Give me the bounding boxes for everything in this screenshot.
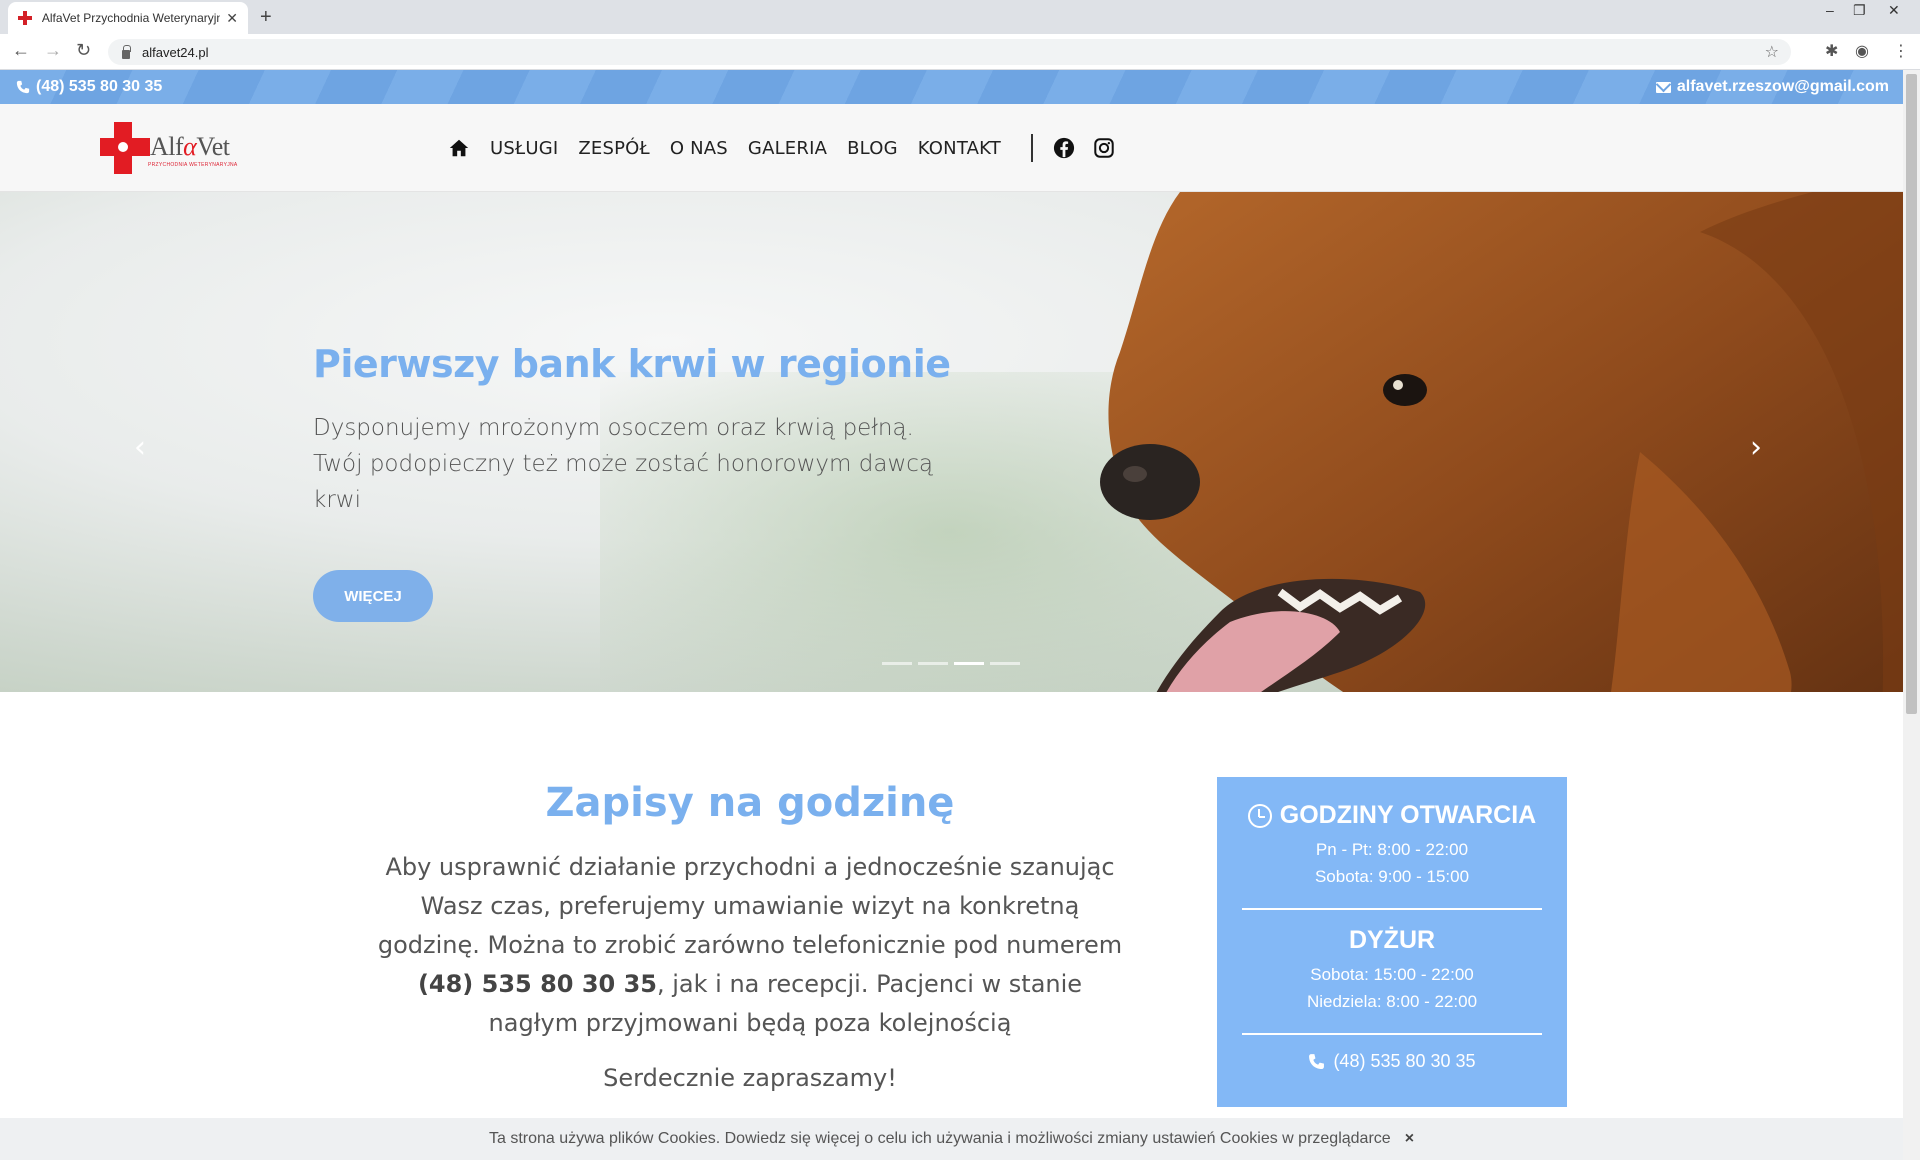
- browser-menu-icon[interactable]: ⋮: [1893, 41, 1909, 61]
- minimize-window-button[interactable]: –: [1826, 2, 1834, 18]
- site-favicon-icon: [18, 11, 32, 25]
- contact-topbar: (48) 535 80 30 35 alfavet.rzeszow@gmail.…: [0, 70, 1903, 104]
- nav-divider: [1030, 134, 1033, 162]
- topbar-phone-number: (48) 535 80 30 35: [36, 78, 163, 95]
- opening-hours-box: GODZINY OTWARCIA Pn - Pt: 8:00 - 22:00 S…: [1217, 777, 1567, 1107]
- slide-indicator-4[interactable]: [990, 662, 1020, 665]
- restore-window-button[interactable]: ❐: [1853, 2, 1866, 19]
- phone-icon: [1309, 1054, 1325, 1069]
- hero-description: Dysponujemy mrożonym osoczem oraz krwią …: [313, 415, 933, 513]
- cookie-close-icon[interactable]: ×: [1405, 1130, 1414, 1148]
- slider-next-arrow-icon[interactable]: ›: [1750, 430, 1762, 465]
- profile-avatar-icon[interactable]: ◉: [1855, 41, 1869, 61]
- address-bar[interactable]: alfavet24.pl ☆: [108, 39, 1791, 65]
- hero-title: Pierwszy bank krwi w regionie: [313, 342, 951, 386]
- envelope-icon: [1655, 81, 1671, 93]
- nav-item-uslugi[interactable]: USŁUGI: [490, 138, 558, 159]
- logo-paw-icon: [118, 142, 128, 152]
- slider-prev-arrow-icon[interactable]: ‹: [134, 430, 146, 465]
- clock-icon: [1247, 803, 1272, 828]
- browser-tabstrip: AlfaVet Przychodnia Weterynaryjna ✕ + – …: [0, 0, 1920, 34]
- slide-indicator-3[interactable]: [954, 662, 984, 665]
- nav-item-blog[interactable]: BLOG: [847, 138, 898, 159]
- lock-icon: [122, 44, 131, 59]
- hours-weekdays: Pn - Pt: 8:00 - 22:00: [1315, 840, 1469, 859]
- phone-icon: [16, 80, 30, 94]
- slide-indicator-2[interactable]: [918, 662, 948, 665]
- hours-divider: [1242, 908, 1542, 910]
- browser-tab[interactable]: AlfaVet Przychodnia Weterynaryjna ✕: [8, 2, 248, 34]
- home-icon[interactable]: [448, 137, 470, 159]
- nav-item-zespol[interactable]: ZESPÓŁ: [578, 138, 649, 159]
- main-navigation: USŁUGI ZESPÓŁ O NAS GALERIA BLOG KONTAKT: [448, 134, 1133, 162]
- appointments-section: Zapisy na godzinę Aby usprawnić działani…: [370, 780, 1130, 1098]
- back-button[interactable]: ←: [12, 40, 30, 61]
- reload-button[interactable]: ↻: [76, 40, 91, 61]
- scrollbar-thumb[interactable]: [1906, 74, 1917, 714]
- hero-slider: Pierwszy bank krwi w regionie Dysponujem…: [0, 192, 1903, 692]
- bookmark-star-icon[interactable]: ☆: [1765, 42, 1779, 62]
- nav-item-galeria[interactable]: GALERIA: [748, 138, 827, 159]
- alfavet-logo[interactable]: AlfαVet PRZYCHODNIA WETERYNARYJNA: [100, 122, 240, 174]
- logo-subtitle: PRZYCHODNIA WETERYNARYJNA: [148, 162, 238, 168]
- hours-saturday: Sobota: 9:00 - 15:00: [1314, 867, 1470, 886]
- browser-toolbar: ← → ↻ alfavet24.pl ☆ ✱ ◉ ⋮: [0, 34, 1920, 70]
- logo-name: AlfαVet: [150, 132, 230, 161]
- web-page: (48) 535 80 30 35 alfavet.rzeszow@gmail.…: [0, 70, 1903, 1160]
- duty-saturday: Sobota: 15:00 - 22:00: [1310, 965, 1474, 984]
- topbar-phone[interactable]: (48) 535 80 30 35: [16, 78, 162, 96]
- cookie-text: Ta strona używa plików Cookies. Dowiedz …: [488, 1130, 1391, 1147]
- instagram-icon[interactable]: [1093, 137, 1115, 159]
- close-tab-icon[interactable]: ✕: [226, 10, 238, 27]
- page-scrollbar[interactable]: [1903, 70, 1920, 1160]
- extensions-puzzle-icon[interactable]: ✱: [1825, 41, 1838, 61]
- appointments-text: Aby usprawnić działanie przychodni a jed…: [377, 853, 1123, 1037]
- slider-indicators: [882, 662, 1020, 665]
- opening-hours-title: GODZINY OTWARCIA: [1217, 801, 1567, 830]
- forward-button[interactable]: →: [44, 40, 62, 61]
- facebook-icon[interactable]: [1053, 137, 1075, 159]
- appointments-title: Zapisy na godzinę: [545, 780, 955, 826]
- tab-title: AlfaVet Przychodnia Weterynaryjna: [41, 11, 221, 25]
- appointments-invite: Serdecznie zapraszamy!: [603, 1064, 897, 1092]
- nav-item-kontakt[interactable]: KONTAKT: [918, 138, 1001, 159]
- duty-sunday: Niedziela: 8:00 - 22:00: [1306, 992, 1478, 1011]
- topbar-email-address: alfavet.rzeszow@gmail.com: [1676, 78, 1889, 95]
- appointments-phone[interactable]: (48) 535 80 30 35: [418, 970, 657, 998]
- dog-photo: [1100, 192, 1903, 692]
- hours-phone[interactable]: (48) 535 80 30 35: [1217, 1051, 1567, 1072]
- new-tab-button[interactable]: +: [260, 6, 272, 29]
- hours-divider-2: [1242, 1033, 1542, 1035]
- cookie-banner: Ta strona używa plików Cookies. Dowiedz …: [0, 1118, 1903, 1160]
- nav-item-o-nas[interactable]: O NAS: [670, 138, 728, 159]
- close-window-button[interactable]: ✕: [1888, 2, 1900, 19]
- slide-indicator-1[interactable]: [882, 662, 912, 665]
- topbar-email[interactable]: alfavet.rzeszow@gmail.com: [1655, 78, 1889, 96]
- hero-more-button[interactable]: WIĘCEJ: [313, 570, 433, 622]
- duty-title: DYŻUR: [1348, 926, 1436, 954]
- url-text: alfavet24.pl: [142, 44, 209, 60]
- site-header: AlfαVet PRZYCHODNIA WETERYNARYJNA USŁUGI…: [0, 104, 1903, 192]
